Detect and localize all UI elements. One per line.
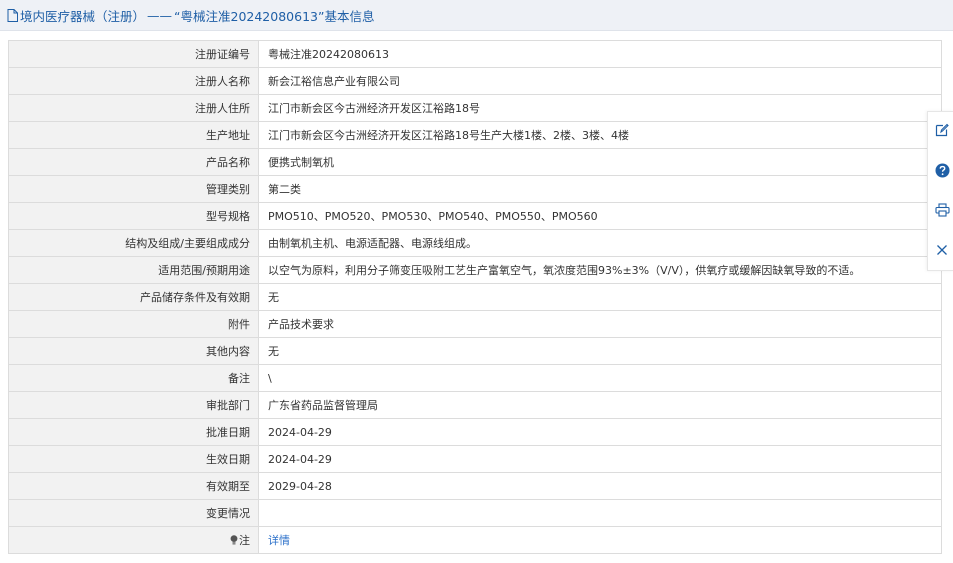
row-value bbox=[258, 499, 942, 527]
side-toolbar bbox=[927, 111, 953, 271]
row-label: 其他内容 bbox=[8, 337, 259, 365]
info-table-container: 注册证编号 粤械注准20242080613 注册人名称 新会江裕信息产业有限公司 注册人… bbox=[8, 40, 942, 554]
row-value: 江门市新会区今古洲经济开发区江裕路18号生产大楼1楼、2楼、3楼、4楼 bbox=[258, 121, 942, 149]
header-separator: —— bbox=[147, 7, 173, 23]
row-label: 备注 bbox=[8, 364, 259, 392]
row-label: 有效期至 bbox=[8, 472, 259, 500]
header-title: “粤械注准20242080613”基本信息 bbox=[174, 8, 375, 24]
details-link[interactable]: 详情 bbox=[268, 534, 290, 547]
row-label: 型号规格 bbox=[8, 202, 259, 230]
row-label: 注册人名称 bbox=[8, 67, 259, 95]
table-row: 适用范围/预期用途 以空气为原料，利用分子筛变压吸附工艺生产富氧空气，氧浓度范围9… bbox=[8, 256, 942, 284]
table-row: 注册人住所 江门市新会区今古洲经济开发区江裕路18号 bbox=[8, 94, 942, 122]
table-row: 备注 \ bbox=[8, 364, 942, 392]
table-row: 结构及组成/主要组成成分 由制氧机主机、电源适配器、电源线组成。 bbox=[8, 229, 942, 257]
row-label: 生效日期 bbox=[8, 445, 259, 473]
table-row: 附件 产品技术要求 bbox=[8, 310, 942, 338]
row-value: 2029-04-28 bbox=[258, 472, 942, 500]
document-icon bbox=[7, 8, 18, 22]
row-value: \ bbox=[258, 364, 942, 392]
row-value: 由制氧机主机、电源适配器、电源线组成。 bbox=[258, 229, 942, 257]
header-category: 境内医疗器械（注册） bbox=[20, 8, 146, 24]
table-row: 批准日期 2024-04-29 bbox=[8, 418, 942, 446]
edit-icon[interactable] bbox=[934, 122, 950, 138]
row-label: 结构及组成/主要组成成分 bbox=[8, 229, 259, 257]
table-row: 注册证编号 粤械注准20242080613 bbox=[8, 40, 942, 68]
row-value: 无 bbox=[258, 337, 942, 365]
row-value: 2024-04-29 bbox=[258, 418, 942, 446]
row-label: 附件 bbox=[8, 310, 259, 338]
table-row: 变更情况 bbox=[8, 499, 942, 527]
row-value: 便携式制氧机 bbox=[258, 148, 942, 176]
table-row: 生效日期 2024-04-29 bbox=[8, 445, 942, 473]
row-value: 第二类 bbox=[258, 175, 942, 203]
row-label-note: 注 bbox=[8, 526, 259, 554]
note-label: 注 bbox=[239, 534, 250, 547]
row-label: 审批部门 bbox=[8, 391, 259, 419]
row-value: 新会江裕信息产业有限公司 bbox=[258, 67, 942, 95]
table-row: 产品储存条件及有效期无 bbox=[8, 283, 942, 311]
table-row: 审批部门 广东省药品监督管理局 bbox=[8, 391, 942, 419]
row-label: 变更情况 bbox=[8, 499, 259, 527]
row-value: 无 bbox=[258, 283, 942, 311]
print-icon[interactable] bbox=[934, 202, 950, 218]
row-label: 产品储存条件及有效期 bbox=[8, 283, 259, 311]
row-label: 生产地址 bbox=[8, 121, 259, 149]
lightbulb-icon bbox=[230, 535, 238, 548]
help-icon[interactable] bbox=[934, 162, 950, 178]
close-icon[interactable] bbox=[934, 242, 950, 258]
table-row: 生产地址 江门市新会区今古洲经济开发区江裕路18号生产大楼1楼、2楼、3楼、4楼 bbox=[8, 121, 942, 149]
row-value: PMO510、PMO520、PMO530、PMO540、PMO550、PMO56… bbox=[258, 202, 942, 230]
info-table-body: 注册证编号 粤械注准20242080613 注册人名称 新会江裕信息产业有限公司 注册人… bbox=[8, 40, 942, 554]
table-row: 产品名称 便携式制氧机 bbox=[8, 148, 942, 176]
table-row: 管理类别 第二类 bbox=[8, 175, 942, 203]
row-value: 产品技术要求 bbox=[258, 310, 942, 338]
row-value: 粤械注准20242080613 bbox=[258, 40, 942, 68]
row-label: 产品名称 bbox=[8, 148, 259, 176]
table-row: 型号规格 PMO510、PMO520、PMO530、PMO540、PMO550、P… bbox=[8, 202, 942, 230]
row-label: 批准日期 bbox=[8, 418, 259, 446]
table-row: 其他内容无 bbox=[8, 337, 942, 365]
row-label: 注册证编号 bbox=[8, 40, 259, 68]
info-table: 注册证编号 粤械注准20242080613 注册人名称 新会江裕信息产业有限公司 注册人… bbox=[8, 40, 942, 554]
row-value: 2024-04-29 bbox=[258, 445, 942, 473]
row-label: 注册人住所 bbox=[8, 94, 259, 122]
table-row-note: 注 详情 bbox=[8, 526, 942, 554]
row-value: 以空气为原料，利用分子筛变压吸附工艺生产富氧空气，氧浓度范围93%±3%（V/V… bbox=[258, 256, 942, 284]
row-value: 江门市新会区今古洲经济开发区江裕路18号 bbox=[258, 94, 942, 122]
table-row: 注册人名称 新会江裕信息产业有限公司 bbox=[8, 67, 942, 95]
page-header: 境内医疗器械（注册） —— “粤械注准20242080613”基本信息 bbox=[0, 0, 953, 31]
row-label: 适用范围/预期用途 bbox=[8, 256, 259, 284]
table-row: 有效期至 2029-04-28 bbox=[8, 472, 942, 500]
row-value: 广东省药品监督管理局 bbox=[258, 391, 942, 419]
row-label: 管理类别 bbox=[8, 175, 259, 203]
row-value-note: 详情 bbox=[258, 526, 942, 554]
